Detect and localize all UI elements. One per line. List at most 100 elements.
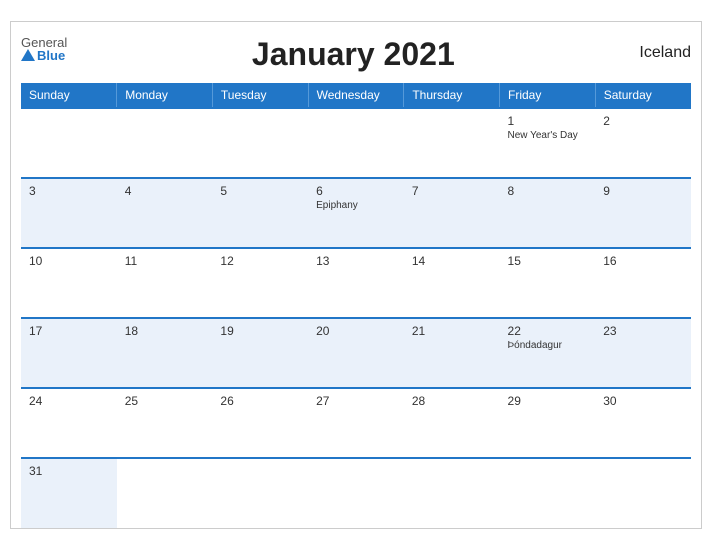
day-cell: 27: [308, 388, 404, 458]
col-saturday: Saturday: [595, 83, 691, 108]
day-cell: 1 New Year's Day: [500, 108, 596, 178]
day-number: 17: [29, 324, 109, 338]
day-cell: [21, 108, 117, 178]
day-number: 3: [29, 184, 109, 198]
calendar-title: January 2021: [67, 36, 639, 73]
day-number: 5: [220, 184, 300, 198]
day-number: 25: [125, 394, 205, 408]
day-cell: 4: [117, 178, 213, 248]
calendar-container: General Blue January 2021 Iceland Sunday…: [10, 21, 702, 529]
day-number: 29: [508, 394, 588, 408]
day-number: 12: [220, 254, 300, 268]
day-number: 28: [412, 394, 492, 408]
week-row-5: 31: [21, 458, 691, 528]
logo-triangle-icon: [21, 49, 35, 61]
day-cell: 31: [21, 458, 117, 528]
day-cell: [404, 458, 500, 528]
day-cell: 11: [117, 248, 213, 318]
day-cell: 21: [404, 318, 500, 388]
col-thursday: Thursday: [404, 83, 500, 108]
day-cell: [595, 458, 691, 528]
col-wednesday: Wednesday: [308, 83, 404, 108]
col-friday: Friday: [500, 83, 596, 108]
day-cell: [500, 458, 596, 528]
day-cell: 14: [404, 248, 500, 318]
day-number: 11: [125, 254, 205, 268]
day-number: 30: [603, 394, 683, 408]
day-cell: 24: [21, 388, 117, 458]
day-cell: 19: [212, 318, 308, 388]
day-number: 7: [412, 184, 492, 198]
day-cell: [212, 108, 308, 178]
day-cell: 13: [308, 248, 404, 318]
day-cell: [117, 108, 213, 178]
day-cell: 2: [595, 108, 691, 178]
day-cell: 29: [500, 388, 596, 458]
day-number: 16: [603, 254, 683, 268]
day-cell: 23: [595, 318, 691, 388]
day-cell: 8: [500, 178, 596, 248]
day-cell: 16: [595, 248, 691, 318]
calendar-country: Iceland: [639, 36, 691, 62]
day-cell: 7: [404, 178, 500, 248]
day-number: 13: [316, 254, 396, 268]
week-row-3: 17 18 19 20 21 22 Þóndadagur 23: [21, 318, 691, 388]
day-number: 27: [316, 394, 396, 408]
day-event: Epiphany: [316, 200, 396, 211]
calendar-grid: Sunday Monday Tuesday Wednesday Thursday…: [21, 83, 691, 528]
week-row-2: 10 11 12 13 14 15 16: [21, 248, 691, 318]
days-of-week-row: Sunday Monday Tuesday Wednesday Thursday…: [21, 83, 691, 108]
day-number: 9: [603, 184, 683, 198]
day-number: 8: [508, 184, 588, 198]
day-cell: 25: [117, 388, 213, 458]
day-number: 4: [125, 184, 205, 198]
day-number: 22: [508, 324, 588, 338]
day-cell: 30: [595, 388, 691, 458]
day-number: 23: [603, 324, 683, 338]
day-number: 2: [603, 114, 683, 128]
calendar-header: General Blue January 2021 Iceland: [21, 32, 691, 77]
day-cell: 26: [212, 388, 308, 458]
day-cell: 3: [21, 178, 117, 248]
day-number: 24: [29, 394, 109, 408]
day-cell: 12: [212, 248, 308, 318]
day-number: 19: [220, 324, 300, 338]
day-number: 18: [125, 324, 205, 338]
logo-blue-text: Blue: [21, 49, 67, 62]
day-cell: 22 Þóndadagur: [500, 318, 596, 388]
day-number: 21: [412, 324, 492, 338]
col-tuesday: Tuesday: [212, 83, 308, 108]
col-sunday: Sunday: [21, 83, 117, 108]
day-cell: [404, 108, 500, 178]
day-number: 31: [29, 464, 109, 478]
day-cell: 5: [212, 178, 308, 248]
day-cell: 9: [595, 178, 691, 248]
day-cell: 28: [404, 388, 500, 458]
day-number: 6: [316, 184, 396, 198]
day-cell: 10: [21, 248, 117, 318]
week-row-4: 24 25 26 27 28 29 30: [21, 388, 691, 458]
day-number: 14: [412, 254, 492, 268]
day-event: New Year's Day: [508, 130, 588, 141]
day-cell: [308, 458, 404, 528]
day-cell: 20: [308, 318, 404, 388]
day-cell: [117, 458, 213, 528]
day-number: 15: [508, 254, 588, 268]
day-cell: 18: [117, 318, 213, 388]
logo: General Blue: [21, 36, 67, 62]
week-row-1: 3 4 5 6 Epiphany 7 8 9: [21, 178, 691, 248]
day-number: 10: [29, 254, 109, 268]
day-number: 20: [316, 324, 396, 338]
day-cell: 17: [21, 318, 117, 388]
col-monday: Monday: [117, 83, 213, 108]
day-cell: 15: [500, 248, 596, 318]
week-row-0: 1 New Year's Day 2: [21, 108, 691, 178]
day-cell: [212, 458, 308, 528]
day-cell: 6 Epiphany: [308, 178, 404, 248]
day-number: 1: [508, 114, 588, 128]
calendar-thead: Sunday Monday Tuesday Wednesday Thursday…: [21, 83, 691, 108]
day-event: Þóndadagur: [508, 340, 588, 351]
calendar-tbody: 1New Year's Day23456Epiphany789101112131…: [21, 108, 691, 528]
day-number: 26: [220, 394, 300, 408]
day-cell: [308, 108, 404, 178]
